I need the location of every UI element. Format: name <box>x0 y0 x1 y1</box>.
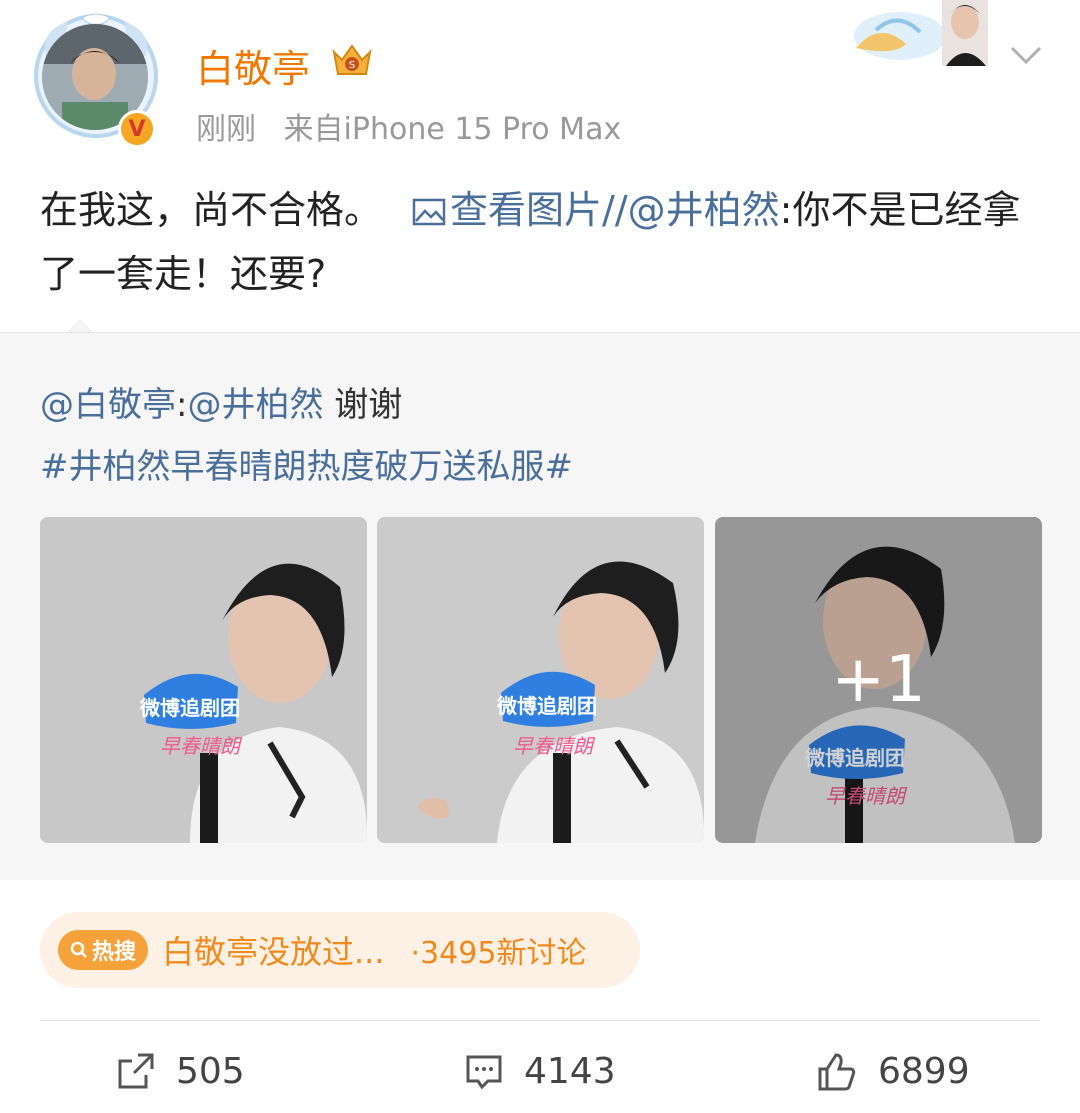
hot-search-tag: 热搜 <box>58 930 148 970</box>
overlay-show-text: 早春晴朗 <box>160 734 243 758</box>
repost-image-3[interactable]: 微博追剧团 早春晴朗 +1 <box>715 517 1042 843</box>
post-text: 在我这，尚不合格。 查看图片//@井柏然:你不是已经拿了一套走！还要? <box>40 178 1040 306</box>
like-count: 6899 <box>878 1050 970 1092</box>
post-header: V 白敬亭 S 刚刚 来自iPhone 15 Pro Max <box>0 0 1080 150</box>
post-time: 刚刚 <box>196 112 256 147</box>
repost-image-2[interactable]: 微博追剧团 早春晴朗 <box>377 517 704 843</box>
hot-search-pill[interactable]: 热搜 白敬亭没放过... ·3495新讨论 <box>40 912 640 988</box>
repost-separator: // <box>602 188 628 232</box>
repost-image-1[interactable]: 微博追剧团 早春晴朗 <box>40 517 367 843</box>
search-icon <box>70 941 87 958</box>
more-images-count[interactable]: +1 <box>715 517 1042 843</box>
repost-mention-link[interactable]: @井柏然 <box>187 385 323 425</box>
hot-search-count: ·3495新讨论 <box>410 936 587 971</box>
repost-header: @白敬亭:@井柏然 谢谢 <box>40 377 402 426</box>
post-source: 来自iPhone 15 Pro Max <box>283 112 622 147</box>
mention-link[interactable]: @井柏然 <box>628 188 780 232</box>
post-meta: 刚刚 来自iPhone 15 Pro Max <box>196 104 621 148</box>
like-button[interactable]: 6899 <box>814 1046 970 1096</box>
svg-text:S: S <box>349 60 355 71</box>
view-image-link[interactable]: 查看图片 <box>382 188 602 232</box>
repost-button[interactable]: 505 <box>116 1046 245 1096</box>
divider <box>40 1020 1040 1021</box>
vip-crown-badge-icon: S <box>332 44 372 75</box>
repost-author-link[interactable]: @白敬亭 <box>40 385 176 425</box>
verified-badge-icon: V <box>118 110 156 148</box>
repost-colon: : <box>176 385 188 425</box>
repost-card[interactable]: @白敬亭:@井柏然 谢谢 #井柏然早春晴朗热度破万送私服# 微博追剧团 早春晴朗… <box>0 332 1080 880</box>
card-decoration-icon <box>854 0 988 66</box>
avatar[interactable]: V <box>32 12 160 148</box>
repost-count: 505 <box>176 1050 245 1092</box>
overlay-badge-text: 微博追剧团 <box>139 696 240 720</box>
comment-count: 4143 <box>524 1050 616 1092</box>
post-body: 在我这，尚不合格。 <box>40 188 383 232</box>
repost-icon <box>118 1053 154 1089</box>
hot-search-title: 白敬亭没放过... <box>162 933 385 971</box>
repost-text: 谢谢 <box>323 385 403 425</box>
comment-button[interactable]: 4143 <box>464 1046 616 1096</box>
overlay-badge-text: 微博追剧团 <box>496 694 597 718</box>
chevron-down-icon[interactable] <box>1008 40 1044 70</box>
overlay-show-text: 早春晴朗 <box>513 734 596 758</box>
hashtag-link[interactable]: #井柏然早春晴朗热度破万送私服# <box>40 439 573 488</box>
comment-icon <box>466 1055 502 1090</box>
image-icon <box>412 198 446 226</box>
username[interactable]: 白敬亭 <box>196 38 310 93</box>
thumbs-up-icon <box>818 1053 856 1091</box>
